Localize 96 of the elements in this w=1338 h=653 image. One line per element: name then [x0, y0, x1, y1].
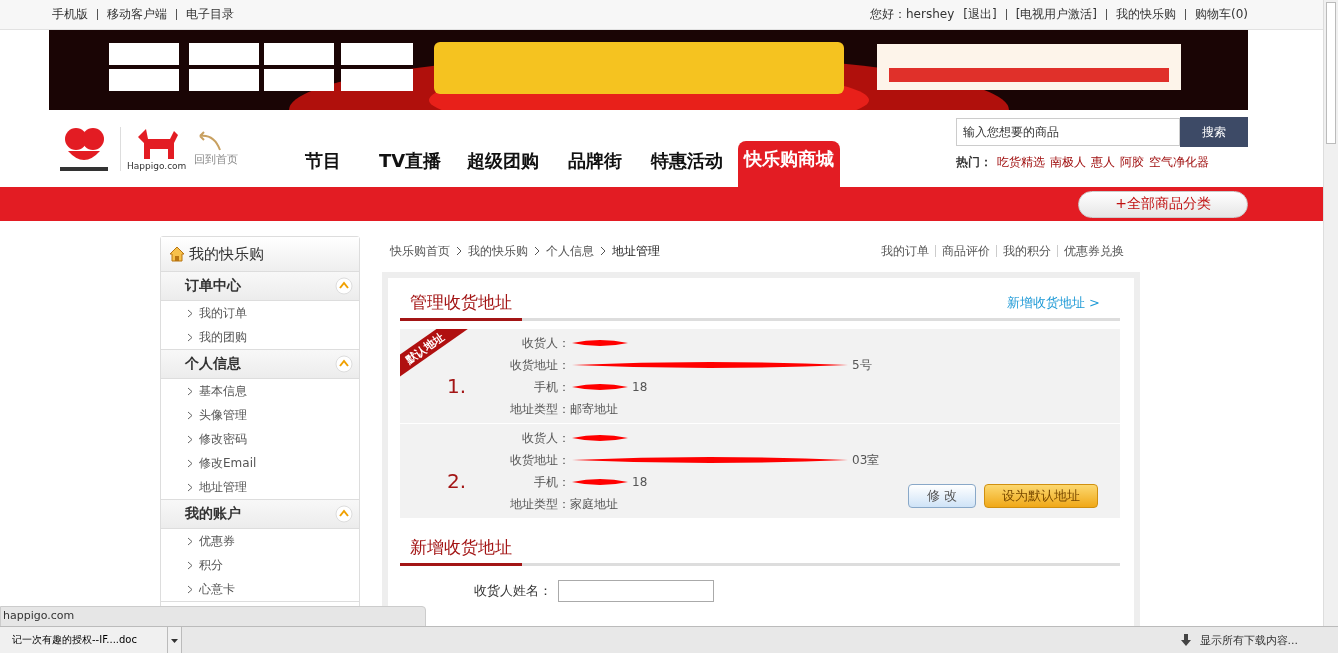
chevron-icon: [187, 560, 193, 570]
all-categories-button[interactable]: +全部商品分类: [1078, 190, 1248, 218]
quick-link[interactable]: 我的订单: [881, 242, 929, 260]
greeting: 您好：hershey: [870, 6, 955, 23]
quick-link[interactable]: 我的积分: [1003, 242, 1051, 260]
edit-button[interactable]: 修 改: [908, 484, 976, 508]
nav-tab[interactable]: 超级团购: [456, 141, 551, 187]
breadcrumb-link[interactable]: 地址管理: [612, 242, 660, 260]
search-field[interactable]: 输入您想要的商品: [956, 118, 1180, 146]
scrollbar[interactable]: [1323, 0, 1338, 627]
chevron-icon: [187, 386, 193, 396]
sidebar-item[interactable]: 修改密码: [199, 430, 247, 448]
section-title: 个人信息: [185, 355, 241, 373]
show-all-downloads-link[interactable]: 显示所有下载内容...: [1199, 632, 1298, 648]
hot-label: 热门：: [956, 154, 992, 171]
nav-tab[interactable]: TV直播: [368, 141, 453, 187]
sidebar-item[interactable]: 心意卡: [199, 580, 235, 598]
name-input[interactable]: [558, 580, 714, 602]
section-header[interactable]: 我的账户: [161, 500, 359, 529]
sidebar-item[interactable]: 我的订单: [199, 304, 247, 322]
breadcrumb-link[interactable]: 我的快乐购: [468, 242, 528, 260]
field-value: 18: [632, 475, 648, 489]
chevron-icon: [456, 246, 462, 256]
home-icon: [169, 246, 185, 262]
caret-button[interactable]: [168, 627, 182, 653]
top-link[interactable]: 我的快乐购: [1116, 6, 1176, 23]
chevron-icon: [187, 434, 193, 444]
chevron-icon: [187, 584, 193, 594]
sidebar-item[interactable]: 基本信息: [199, 382, 247, 400]
chevron-icon: [187, 536, 193, 546]
chevron-icon: [187, 410, 193, 420]
set-default-button[interactable]: 设为默认地址: [984, 484, 1098, 508]
sidebar-item[interactable]: 积分: [199, 556, 223, 574]
address-number: 1.: [446, 375, 466, 397]
chevron-icon: [534, 246, 540, 256]
field-label: 收货人：: [521, 429, 570, 447]
field-value: 03室: [852, 451, 880, 469]
sidebar-item[interactable]: 优惠券: [199, 532, 235, 550]
hot-link[interactable]: 惠人: [1091, 154, 1115, 171]
field-label: 手机：: [533, 473, 570, 491]
sidebar-item[interactable]: 我的团购: [199, 328, 247, 346]
field-value: 18: [632, 380, 648, 394]
top-link[interactable]: 购物车(0): [1195, 6, 1248, 23]
collapse-icon[interactable]: [335, 505, 353, 523]
top-link[interactable]: 移动客户端: [107, 6, 167, 23]
home-link[interactable]: 回到首页: [194, 152, 239, 167]
top-link[interactable]: 电子目录: [186, 6, 234, 23]
sidebar-title-text: 我的快乐购: [189, 244, 264, 264]
hot-link[interactable]: 南极人: [1050, 154, 1086, 171]
nav-tab[interactable]: 特惠活动: [640, 141, 735, 187]
field-label: 手机：: [533, 378, 570, 396]
top-link[interactable]: [电视用户激活]: [1015, 6, 1097, 23]
collapse-icon[interactable]: [335, 355, 353, 373]
collapse-icon[interactable]: [335, 277, 353, 295]
field-value: 家庭地址: [570, 495, 618, 513]
search-button[interactable]: 搜索: [1180, 117, 1248, 147]
section-title: 订单中心: [185, 277, 241, 295]
hot-link[interactable]: 吃货精选: [997, 154, 1045, 171]
section-heading: 管理收货地址: [400, 291, 522, 321]
chevron-icon: [187, 332, 193, 342]
breadcrumb-link[interactable]: 个人信息: [546, 242, 594, 260]
quick-link[interactable]: 商品评价: [942, 242, 990, 260]
field-label: 收货地址：: [509, 356, 570, 374]
hot-link[interactable]: 阿胶: [1120, 154, 1144, 171]
chevron-icon: [600, 246, 606, 256]
form-label: 收货人姓名：: [473, 582, 552, 600]
field-label: 地址类型：: [509, 495, 570, 513]
download-icon: [1179, 634, 1192, 646]
hot-link[interactable]: 空气净化器: [1149, 154, 1209, 171]
top-link[interactable]: 手机版: [52, 6, 88, 23]
quick-link[interactable]: 优惠券兑换: [1064, 242, 1124, 260]
caret-icon: [171, 639, 178, 643]
field-value: 5号: [852, 356, 872, 374]
address-number: 2.: [446, 470, 466, 492]
section-header[interactable]: 个人信息: [161, 350, 359, 379]
nav-tab[interactable]: 品牌街: [554, 141, 637, 187]
section-header[interactable]: 订单中心: [161, 272, 359, 301]
breadcrumb-link[interactable]: 快乐购首页: [390, 242, 450, 260]
field-label: 收货人：: [521, 334, 570, 352]
chevron-icon: [187, 482, 193, 492]
chevron-icon: [187, 308, 193, 318]
field-label: 地址类型：: [509, 400, 570, 418]
nav-tab[interactable]: 节目: [282, 141, 364, 187]
top-link[interactable]: [退出]: [963, 6, 997, 23]
sidebar-item[interactable]: 修改Email: [199, 454, 257, 472]
section-title: 我的账户: [185, 505, 241, 523]
sidebar-item[interactable]: 地址管理: [199, 478, 247, 496]
sidebar-item[interactable]: 头像管理: [199, 406, 247, 424]
section-heading: 新增收货地址: [400, 536, 522, 566]
download-item[interactable]: 记一次有趣的授权--IF....doc: [0, 627, 168, 653]
logo-caption: Happigo.com: [127, 160, 187, 171]
field-label: 收货地址：: [509, 451, 570, 469]
field-value: 邮寄地址: [570, 400, 618, 418]
status-tooltip: happigo.com: [0, 606, 426, 627]
nav-tab[interactable]: 快乐购商城: [738, 141, 841, 187]
chevron-icon: [187, 458, 193, 468]
